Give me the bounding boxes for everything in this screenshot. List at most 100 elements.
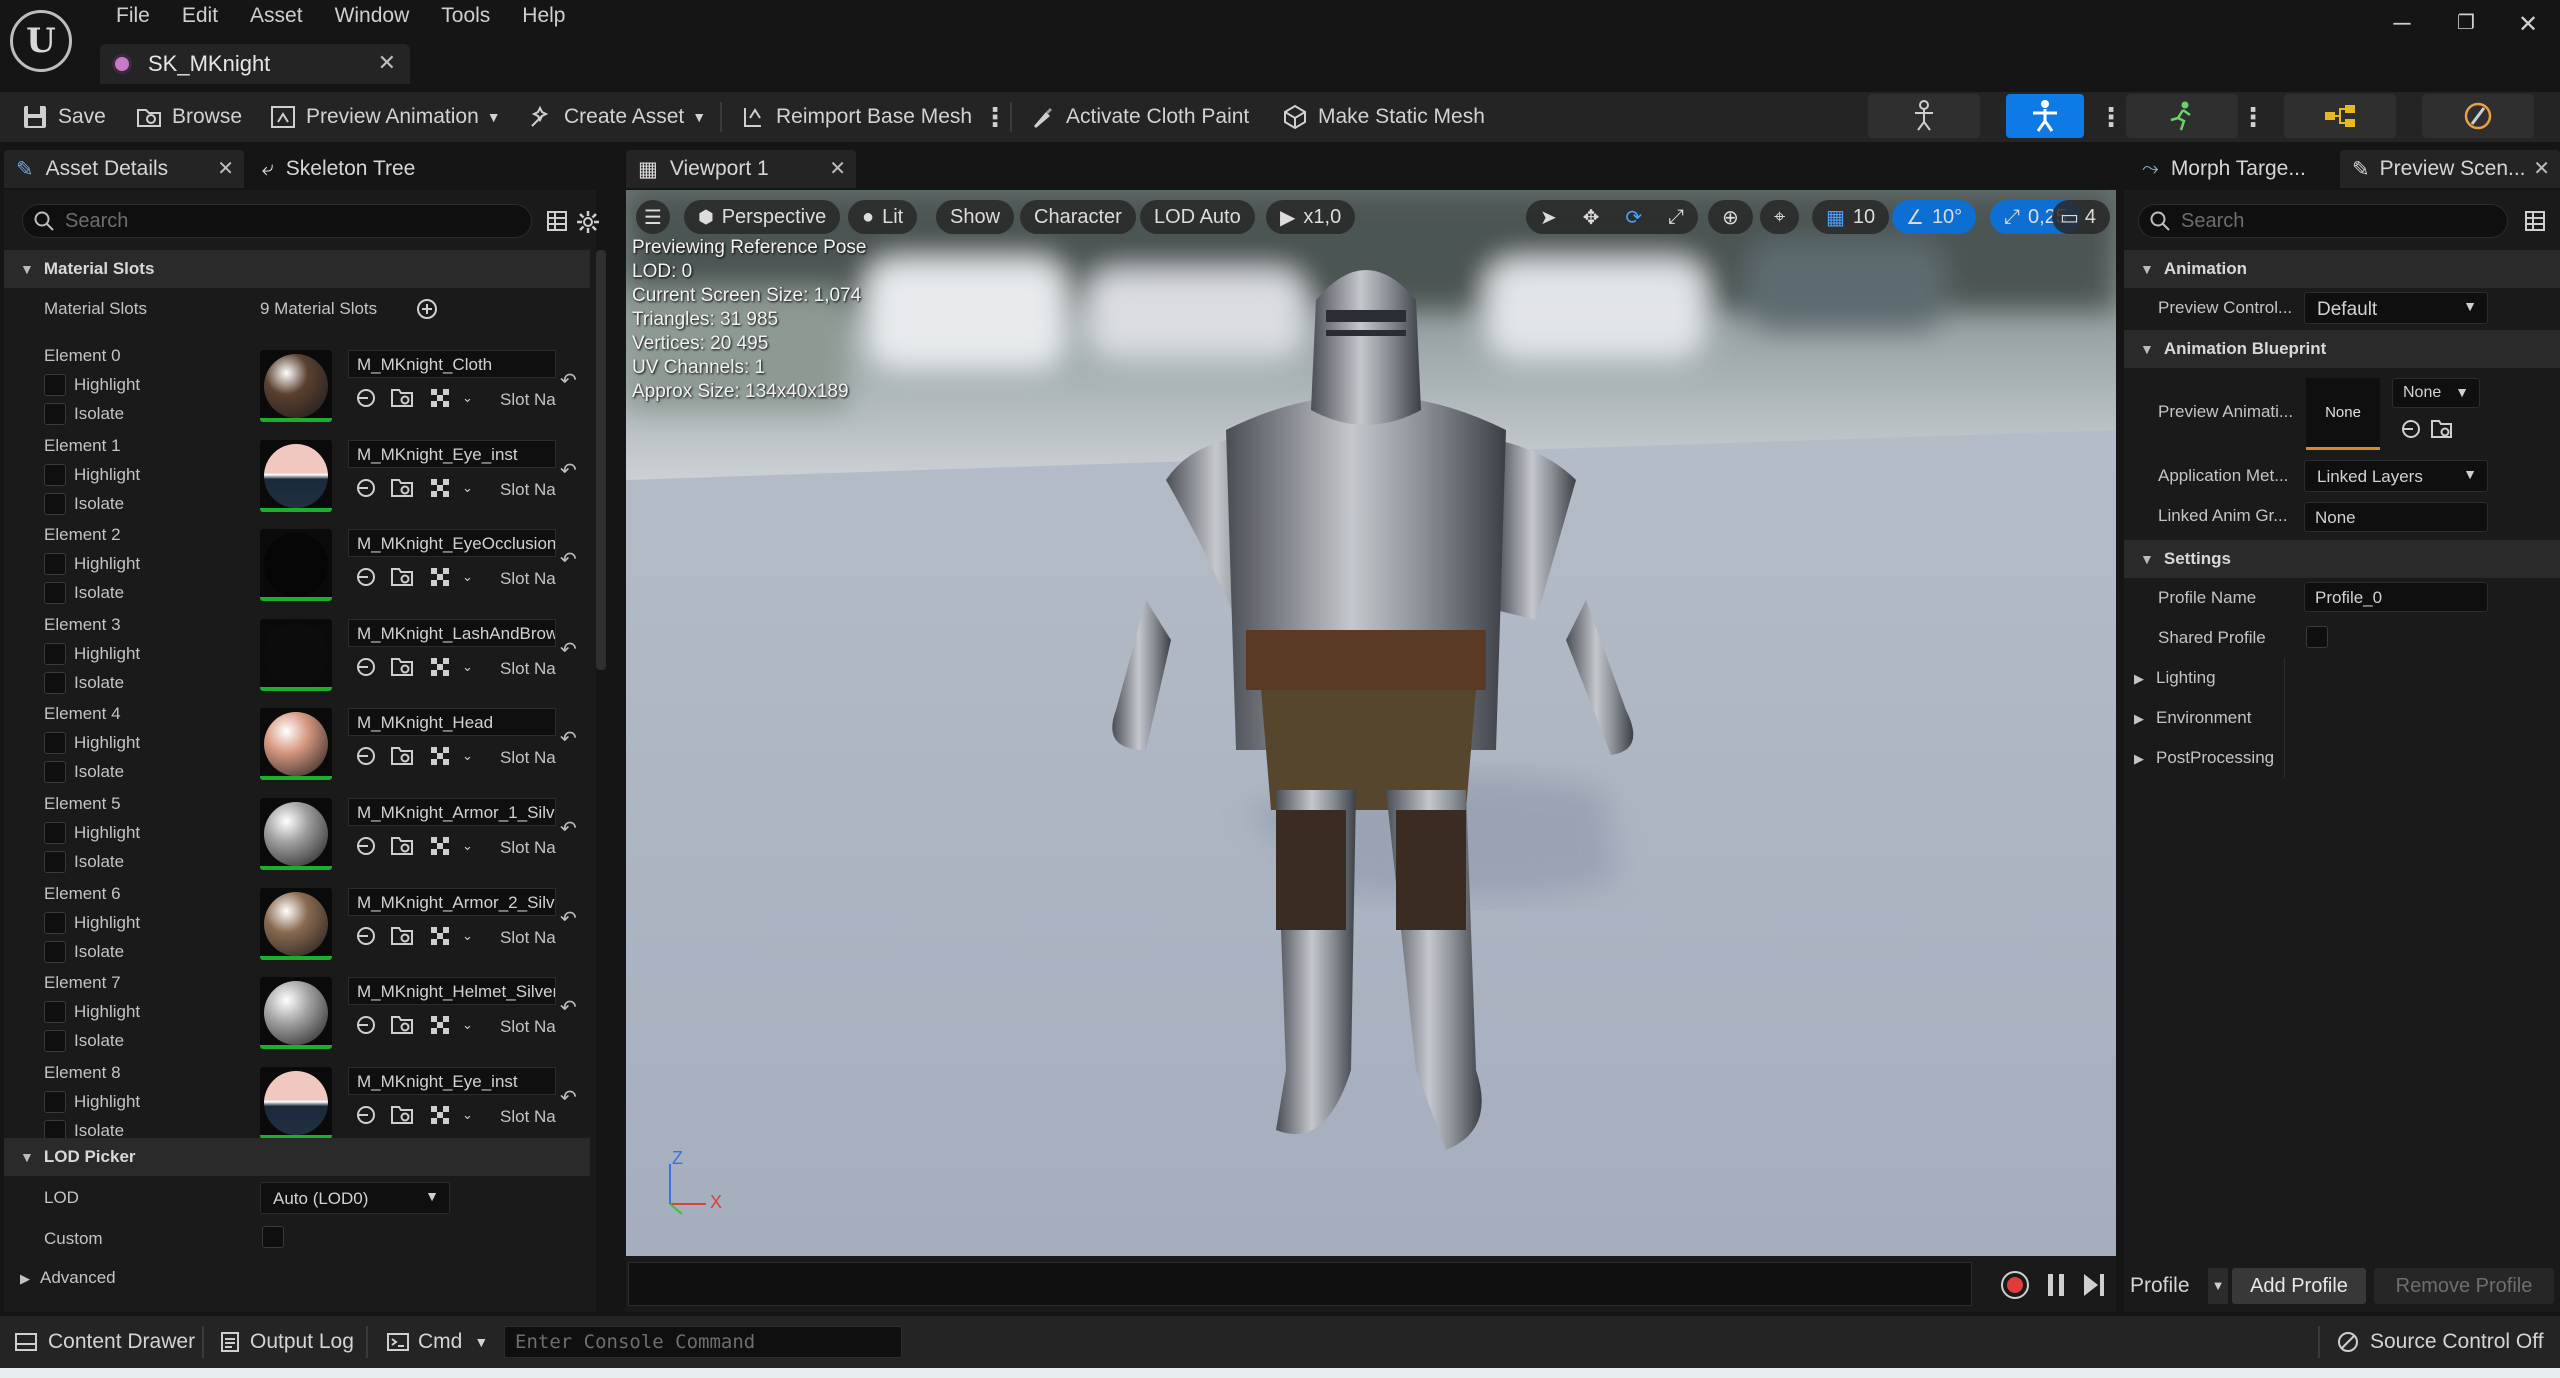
more-options-icon[interactable]: ⋮	[982, 104, 1008, 130]
add-profile-button[interactable]: Add Profile	[2232, 1268, 2366, 1304]
isolate-checkbox[interactable]	[44, 403, 66, 425]
reset-to-default-icon[interactable]: ↶	[560, 995, 577, 1020]
highlight-checkbox[interactable]	[44, 1090, 66, 1113]
custom-checkbox[interactable]	[262, 1226, 284, 1248]
profile-name-field[interactable]: Profile_0	[2304, 582, 2488, 612]
menu-file[interactable]: File	[100, 0, 166, 34]
chevron-down-icon[interactable]: ⌄	[462, 390, 473, 406]
unreal-logo-icon[interactable]: U	[10, 10, 72, 72]
minimize-icon[interactable]: ─	[2382, 10, 2422, 40]
reimport-base-mesh-button[interactable]: Reimport Base Mesh	[740, 92, 972, 142]
lod-auto-button[interactable]: LOD Auto	[1140, 200, 1255, 234]
highlight-checkbox[interactable]	[44, 374, 66, 396]
source-control-button[interactable]: Source Control Off	[2336, 1316, 2544, 1368]
use-selected-icon[interactable]	[354, 744, 378, 768]
animation-blueprint-section-header[interactable]: ▼ Animation Blueprint	[2124, 330, 2560, 368]
document-tab[interactable]: SK_MKnight ✕	[100, 44, 410, 84]
close-tab-icon[interactable]: ✕	[829, 156, 846, 181]
advanced-row[interactable]: ▶ Advanced	[20, 1268, 116, 1288]
create-asset-button[interactable]: Create Asset ▼	[528, 92, 706, 142]
material-name-field[interactable]: M_MKnight_Cloth	[348, 350, 556, 378]
checker-options-icon[interactable]	[428, 1103, 452, 1127]
activate-cloth-paint-button[interactable]: Activate Cloth Paint	[1030, 92, 1249, 142]
preview-animation-dropdown[interactable]: None ▼	[2392, 378, 2480, 408]
lod-dropdown[interactable]: Auto (LOD0) ▼	[260, 1182, 450, 1214]
animation-section-header[interactable]: ▼ Animation	[2124, 250, 2560, 288]
translate-icon[interactable]: ✥	[1583, 205, 1600, 230]
menu-asset[interactable]: Asset	[234, 0, 319, 34]
physics-mode-button[interactable]	[2422, 94, 2534, 138]
settings-gear-icon[interactable]	[576, 210, 600, 234]
checker-options-icon[interactable]	[428, 1013, 452, 1037]
tab-viewport-1[interactable]: ▦ Viewport 1 ✕	[626, 150, 856, 188]
highlight-checkbox[interactable]	[44, 642, 66, 665]
reset-to-default-icon[interactable]: ↶	[560, 816, 577, 841]
character-button[interactable]: Character	[1020, 200, 1136, 234]
grid-snap-button[interactable]: ▦ 10	[1812, 200, 1890, 234]
browse-asset-icon[interactable]	[390, 924, 414, 948]
perspective-button[interactable]: ⬢ Perspective	[684, 200, 841, 234]
output-log-button[interactable]: Output Log	[220, 1316, 354, 1368]
browse-asset-icon[interactable]	[390, 744, 414, 768]
lit-mode-button[interactable]: ● Lit	[848, 200, 918, 234]
isolate-checkbox[interactable]	[44, 492, 66, 515]
material-slots-section-header[interactable]: ▼ Material Slots	[4, 250, 590, 288]
use-selected-icon[interactable]	[354, 834, 378, 858]
details-search-input[interactable]: Search	[22, 204, 532, 238]
checker-options-icon[interactable]	[428, 386, 452, 410]
reset-to-default-icon[interactable]: ↶	[560, 1085, 577, 1110]
reset-to-default-icon[interactable]: ↶	[560, 637, 577, 662]
remove-profile-button[interactable]: Remove Profile	[2374, 1268, 2554, 1304]
restore-icon[interactable]: ❐	[2446, 10, 2486, 40]
save-button[interactable]: Save	[22, 92, 106, 142]
chevron-down-icon[interactable]: ⌄	[462, 928, 473, 944]
material-thumbnail[interactable]	[260, 529, 332, 602]
use-selected-icon[interactable]	[354, 476, 378, 500]
select-cursor-icon[interactable]: ➤	[1540, 205, 1557, 230]
highlight-checkbox[interactable]	[44, 463, 66, 486]
settings-section-header[interactable]: ▼ Settings	[2124, 540, 2560, 578]
browse-asset-icon[interactable]	[390, 655, 414, 679]
chevron-down-icon[interactable]: ⌄	[462, 569, 473, 585]
browse-asset-icon[interactable]	[390, 386, 414, 410]
isolate-checkbox[interactable]	[44, 851, 66, 873]
table-view-icon[interactable]	[2524, 210, 2546, 232]
material-name-field[interactable]: M_MKnight_EyeOcclusion_i	[348, 529, 556, 558]
table-view-icon[interactable]	[546, 210, 568, 232]
surface-snapping-toggle[interactable]: ⌖	[1760, 200, 1800, 234]
tab-preview-scene[interactable]: ✎ Preview Scen... ✕	[2340, 150, 2560, 188]
menu-edit[interactable]: Edit	[166, 0, 234, 34]
material-name-field[interactable]: M_MKnight_Head	[348, 708, 556, 737]
chevron-down-icon[interactable]: ⌄	[462, 1017, 473, 1033]
details-scrollbar[interactable]	[596, 250, 606, 670]
isolate-checkbox[interactable]	[44, 582, 66, 605]
isolate-checkbox[interactable]	[44, 1030, 66, 1053]
use-selected-icon[interactable]	[354, 655, 378, 679]
chevron-down-icon[interactable]: ⌄	[462, 1107, 473, 1123]
reset-to-default-icon[interactable]: ↶	[560, 547, 577, 572]
3d-viewport[interactable]: Z X ☰ ⬢ Perspective ● Lit Show Character…	[626, 190, 2116, 1256]
profile-selector[interactable]: ▼	[2208, 1268, 2228, 1304]
material-thumbnail[interactable]	[260, 887, 332, 960]
material-name-field[interactable]: M_MKnight_Armor_2_Silver	[348, 887, 556, 916]
checker-options-icon[interactable]	[428, 744, 452, 768]
tab-asset-details[interactable]: ✎ Asset Details ✕	[4, 150, 244, 188]
menu-window[interactable]: Window	[319, 0, 426, 34]
more-options-icon[interactable]: ⋮	[2098, 104, 2124, 130]
material-thumbnail[interactable]	[260, 798, 332, 870]
material-thumbnail[interactable]	[260, 350, 332, 422]
checker-options-icon[interactable]	[428, 655, 452, 679]
isolate-checkbox[interactable]	[44, 940, 66, 963]
cmd-dropdown[interactable]: Cmd ▼	[386, 1316, 488, 1368]
environment-row[interactable]: ▶ Environment	[2134, 708, 2251, 728]
browse-asset-icon[interactable]	[390, 1103, 414, 1127]
material-name-field[interactable]: M_MKnight_Eye_inst	[348, 1066, 556, 1095]
browse-asset-icon[interactable]	[390, 476, 414, 500]
viewport-options-button[interactable]: ☰	[636, 200, 670, 234]
step-forward-icon[interactable]	[2080, 1270, 2108, 1300]
preview-animation-button[interactable]: Preview Animation ▼	[270, 92, 501, 142]
browse-asset-icon[interactable]	[390, 565, 414, 589]
browse-asset-icon[interactable]	[390, 1013, 414, 1037]
tab-morph-targets[interactable]: ⤳ Morph Targe...	[2130, 150, 2330, 188]
chevron-down-icon[interactable]: ⌄	[462, 838, 473, 854]
